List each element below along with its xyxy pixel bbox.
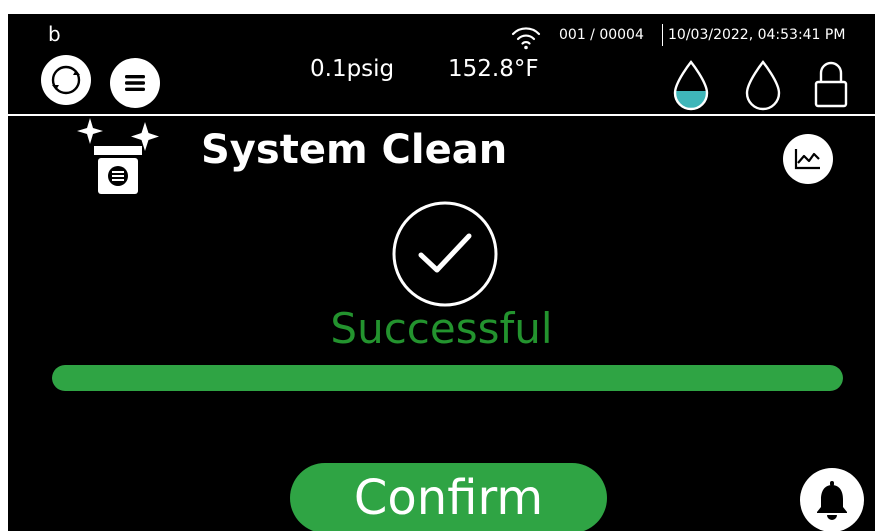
header-divider (8, 114, 875, 116)
refresh-icon (51, 65, 81, 95)
confirm-button[interactable]: Confirm (290, 463, 607, 531)
progress-bar (52, 365, 843, 391)
record-counter: 001 / 00004 (559, 27, 644, 43)
system-clean-icon (77, 118, 159, 194)
menu-button[interactable] (110, 58, 160, 108)
wifi-icon (511, 27, 541, 50)
alarm-button[interactable] (800, 468, 864, 531)
refresh-button[interactable] (41, 55, 91, 105)
lock-icon[interactable] (808, 58, 854, 114)
page-title: System Clean (201, 127, 508, 173)
pressure-readout: 0.1psig (310, 56, 395, 82)
chart-icon (794, 149, 820, 170)
header-letter: b (48, 22, 61, 46)
water-drop-empty-icon[interactable] (740, 58, 786, 114)
status-text: Successful (330, 304, 553, 353)
datetime: 10/03/2022, 04:53:41 PM (668, 27, 846, 43)
menu-icon (125, 75, 145, 91)
temperature-readout: 152.8°F (448, 56, 539, 82)
status-divider (662, 24, 663, 46)
checkmark-icon (392, 201, 498, 307)
chart-button[interactable] (783, 134, 833, 184)
progress-fill (52, 365, 843, 391)
bell-icon (817, 481, 847, 520)
water-drop-filled-icon[interactable] (668, 58, 714, 114)
screen: b 001 / 00004 10/03/2022, 04:53:41 PM 0.… (8, 14, 875, 531)
